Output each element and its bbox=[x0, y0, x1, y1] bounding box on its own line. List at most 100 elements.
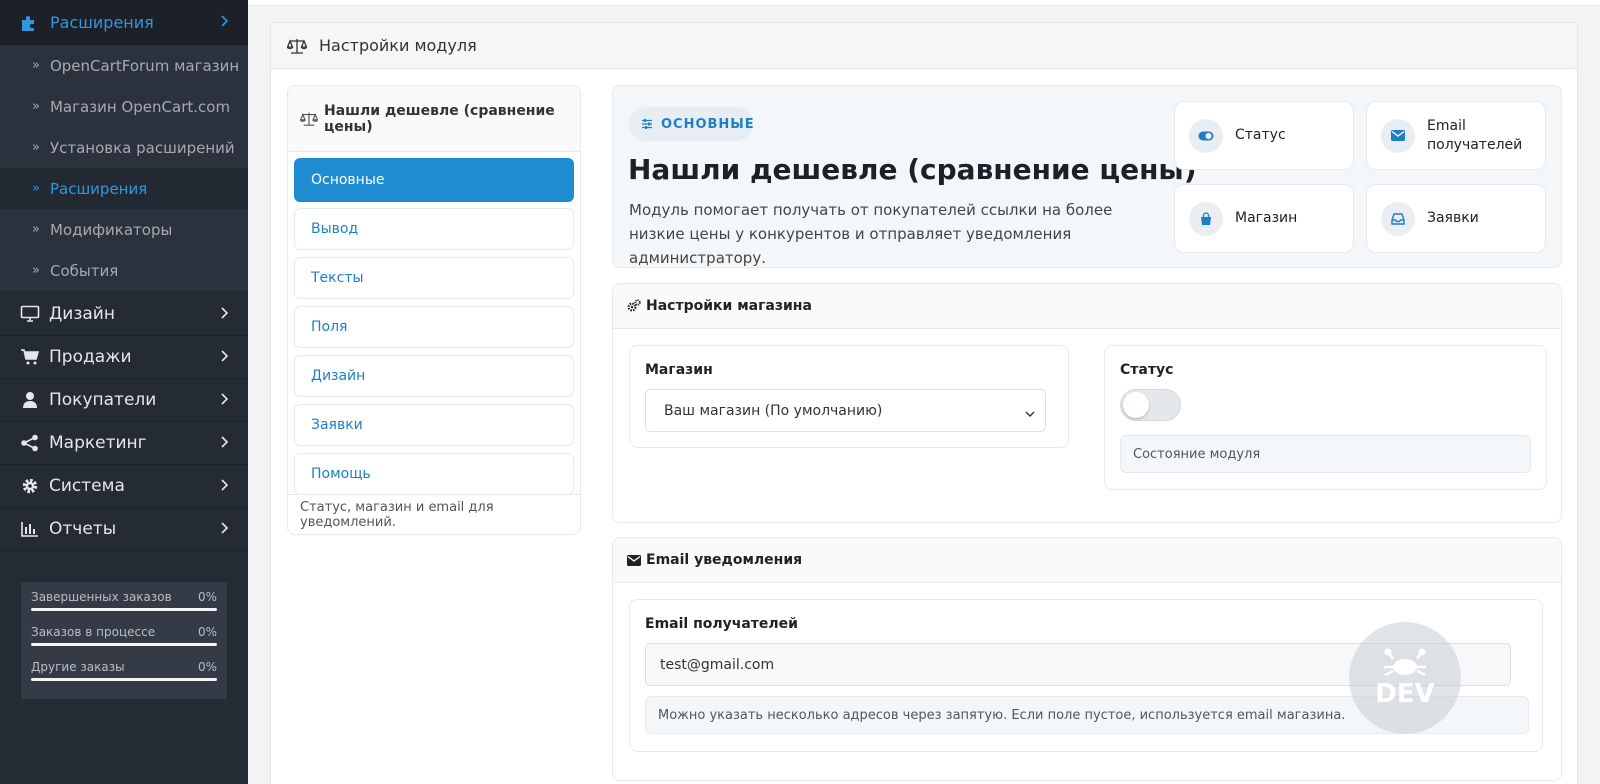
status-hint: Состояние модуля bbox=[1120, 435, 1531, 473]
card-header: Настройки модуля bbox=[271, 23, 1577, 69]
sidebar-subitem-label: Расширения bbox=[49, 179, 148, 198]
double-chevron-icon: » bbox=[32, 140, 40, 155]
email-input-value: test@gmail.com bbox=[660, 656, 775, 673]
page-title: Настройки модуля bbox=[319, 36, 477, 55]
shopping-bag-icon bbox=[1189, 201, 1223, 236]
sidebar-item-sales[interactable]: Продажи bbox=[0, 336, 248, 379]
sidebar-subitem-installer[interactable]: » Установка расширений bbox=[0, 127, 248, 168]
stat-value: 0% bbox=[197, 590, 217, 604]
envelope-icon bbox=[1381, 118, 1415, 153]
sidebar-item-label: Расширения bbox=[50, 13, 154, 32]
share-icon bbox=[20, 434, 40, 452]
store-select[interactable]: Ваш магазин (По умолчанию) bbox=[645, 389, 1046, 432]
status-field-box: Статус Состояние модуля bbox=[1104, 345, 1547, 490]
tab-general[interactable]: Основные bbox=[294, 158, 574, 202]
toggle-knob bbox=[1123, 392, 1149, 418]
sidebar-item-customers[interactable]: Покупатели bbox=[0, 379, 248, 422]
sidebar-item-label: Продажи bbox=[49, 347, 132, 367]
status-label: Статус bbox=[1120, 362, 1174, 378]
store-settings-panel: Настройки магазина Магазин Ваш магазин (… bbox=[612, 283, 1562, 523]
chevron-right-icon bbox=[220, 522, 228, 534]
puzzle-icon bbox=[20, 14, 38, 32]
sidebar-item-system[interactable]: Система bbox=[0, 465, 248, 508]
tab-output[interactable]: Вывод bbox=[294, 208, 574, 250]
sidebar-item-extensions[interactable]: Расширения bbox=[0, 0, 248, 45]
balance-scale-icon bbox=[300, 111, 318, 127]
double-chevron-icon: » bbox=[32, 263, 40, 278]
chevron-right-icon bbox=[220, 393, 228, 405]
inbox-icon bbox=[1381, 201, 1415, 236]
quick-link-requests[interactable]: Заявки bbox=[1366, 184, 1546, 253]
module-nav-title: Нашли дешевле (сравнение цены) bbox=[288, 86, 580, 152]
order-stats-panel: Завершенных заказов 0% Заказов в процессе… bbox=[21, 582, 227, 699]
sidebar-item-marketing[interactable]: Маркетинг bbox=[0, 422, 248, 465]
cart-icon bbox=[20, 348, 40, 366]
section-pill: ОСНОВНЫЕ bbox=[629, 107, 755, 141]
double-chevron-icon: » bbox=[32, 222, 40, 237]
toggle-icon bbox=[1189, 118, 1223, 153]
store-settings-header: Настройки магазина bbox=[613, 284, 1561, 329]
panel-title: Email уведомления bbox=[646, 552, 803, 568]
double-chevron-icon: » bbox=[32, 99, 40, 114]
tab-texts[interactable]: Тексты bbox=[294, 257, 574, 299]
module-title: Нашли дешевле (сравнение цены) bbox=[628, 153, 1197, 186]
balance-scale-icon bbox=[287, 37, 307, 55]
quick-link-label: Заявки bbox=[1427, 210, 1479, 226]
quick-link-email[interactable]: Email получателей bbox=[1366, 101, 1546, 170]
monitor-icon bbox=[20, 305, 40, 323]
watermark-text: DEV bbox=[1375, 679, 1435, 709]
sliders-icon bbox=[641, 118, 653, 130]
sidebar-item-reports[interactable]: Отчеты bbox=[0, 508, 248, 551]
chevron-right-icon bbox=[220, 307, 228, 319]
tab-help[interactable]: Помощь bbox=[294, 453, 574, 495]
sidebar-subitem-label: События bbox=[49, 261, 119, 280]
tab-fields[interactable]: Поля bbox=[294, 306, 574, 348]
module-description: Модуль помогает получать от покупателей … bbox=[629, 201, 1113, 267]
tab-requests[interactable]: Заявки bbox=[294, 404, 574, 446]
sidebar: Расширения » OpenCartForum магазин » Магаз… bbox=[0, 0, 248, 784]
sidebar-subitem-modifications[interactable]: » Модификаторы bbox=[0, 209, 248, 250]
sidebar-subitem-opencart-store[interactable]: » Магазин OpenCart.com bbox=[0, 86, 248, 127]
user-icon bbox=[20, 391, 40, 409]
sidebar-item-design[interactable]: Дизайн bbox=[0, 293, 248, 336]
chevron-down-icon bbox=[1025, 406, 1035, 422]
chevron-right-icon bbox=[220, 350, 228, 362]
dev-watermark-logo: DEV bbox=[1349, 622, 1461, 734]
section-pill-label: ОСНОВНЫЕ bbox=[661, 116, 755, 132]
chevron-right-icon bbox=[220, 479, 228, 491]
stat-value: 0% bbox=[197, 625, 217, 639]
sidebar-item-label: Покупатели bbox=[49, 390, 157, 410]
double-chevron-icon: » bbox=[32, 181, 40, 196]
store-select-value: Ваш магазин (По умолчанию) bbox=[664, 402, 883, 419]
stat-row: Другие заказы 0% bbox=[31, 660, 217, 674]
sidebar-subitem-events[interactable]: » События bbox=[0, 250, 248, 291]
sidebar-subitem-label: Магазин OpenCart.com bbox=[49, 97, 231, 116]
quick-link-store[interactable]: Магазин bbox=[1174, 184, 1354, 253]
status-toggle[interactable] bbox=[1120, 389, 1181, 421]
quick-link-status[interactable]: Статус bbox=[1174, 101, 1354, 170]
quick-link-label: Магазин bbox=[1235, 210, 1298, 226]
bar-chart-icon bbox=[20, 520, 40, 538]
stat-progress-bar bbox=[31, 678, 217, 681]
store-field-box: Магазин Ваш магазин (По умолчанию) bbox=[629, 345, 1069, 448]
stat-progress-bar bbox=[31, 643, 217, 646]
email-label: Email получателей bbox=[645, 616, 798, 632]
sidebar-item-label: Система bbox=[49, 476, 125, 496]
sidebar-subitem-label: Модификаторы bbox=[49, 220, 173, 239]
sidebar-subitem-label: OpenCartForum магазин bbox=[49, 56, 240, 75]
sidebar-item-label: Дизайн bbox=[49, 304, 115, 324]
stat-row: Завершенных заказов 0% bbox=[31, 590, 217, 604]
crab-icon bbox=[1384, 648, 1426, 677]
email-settings-header: Email уведомления bbox=[613, 538, 1561, 583]
stat-label: Завершенных заказов bbox=[31, 590, 172, 604]
cogs-icon bbox=[627, 299, 641, 313]
sidebar-subitem-opencartforum[interactable]: » OpenCartForum магазин bbox=[0, 45, 248, 86]
quick-link-label: Статус bbox=[1235, 127, 1286, 143]
double-chevron-icon: » bbox=[32, 58, 40, 73]
sidebar-subitem-extensions[interactable]: » Расширения bbox=[0, 168, 248, 209]
stat-progress-bar bbox=[31, 608, 217, 611]
tab-design[interactable]: Дизайн bbox=[294, 355, 574, 397]
sidebar-subitem-label: Установка расширений bbox=[49, 138, 235, 157]
module-nav-title-text: Нашли дешевле (сравнение цены) bbox=[324, 102, 555, 135]
stat-label: Другие заказы bbox=[31, 660, 125, 674]
